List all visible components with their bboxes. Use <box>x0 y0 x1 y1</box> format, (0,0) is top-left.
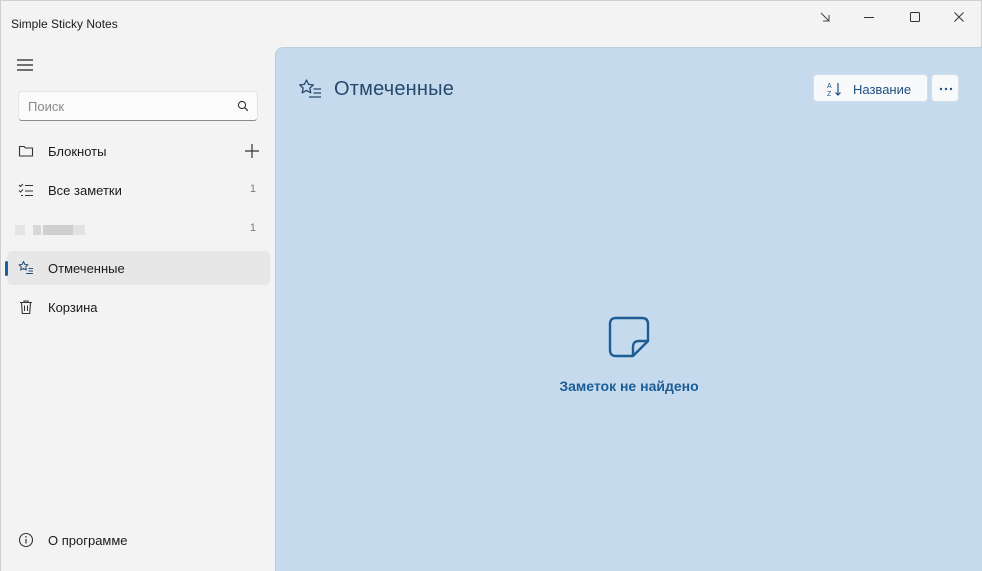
redacted-label <box>15 225 85 235</box>
about-button[interactable]: О программе <box>7 523 270 557</box>
sidebar-item-label: Все заметки <box>48 183 122 198</box>
title-bar: Simple Sticky Notes <box>1 1 981 45</box>
sidebar-item-notebooks[interactable]: Блокноты <box>7 134 270 168</box>
sidebar-item-notebook[interactable]: 1 <box>7 212 270 246</box>
empty-state-message: Заметок не найдено <box>559 378 699 394</box>
search-box[interactable] <box>18 91 258 121</box>
close-icon <box>954 12 964 22</box>
sidebar-item-trash[interactable]: Корзина <box>7 290 270 324</box>
sidebar-item-starred[interactable]: Отмеченные <box>5 251 270 285</box>
about-label: О программе <box>48 533 128 548</box>
trash-icon <box>20 300 32 315</box>
minimize-icon <box>864 17 874 18</box>
page-title: Отмеченные <box>334 78 455 100</box>
sticky-note-icon <box>608 316 650 358</box>
main-panel: Отмеченные A Z Название Заметок не найде… <box>275 47 982 571</box>
app-title: Simple Sticky Notes <box>11 17 118 31</box>
note-count: 1 <box>249 183 256 195</box>
sort-alphabetical-icon: A Z <box>827 83 841 97</box>
add-notebook-icon[interactable] <box>243 142 261 160</box>
menu-button[interactable] <box>11 53 39 77</box>
sidebar: Блокноты Все заметки 1 <box>1 45 274 571</box>
more-icon <box>939 87 953 91</box>
starred-list-icon <box>18 261 33 274</box>
more-options-button[interactable] <box>931 74 959 102</box>
app-window: Simple Sticky Notes Поиск Блокноты Все з… <box>0 0 982 571</box>
search-input[interactable] <box>28 97 228 115</box>
search-icon[interactable] <box>237 100 249 112</box>
note-count: 1 <box>249 222 256 234</box>
maximize-icon <box>910 12 920 22</box>
minimize-button[interactable] <box>847 5 891 29</box>
hamburger-icon <box>17 59 33 71</box>
selection-indicator <box>5 261 8 276</box>
svg-text:Z: Z <box>827 91 832 97</box>
info-icon <box>18 532 34 548</box>
sort-label: Название <box>853 82 912 97</box>
svg-text:A: A <box>827 83 832 90</box>
starred-list-icon <box>299 79 321 98</box>
maximize-button[interactable] <box>893 5 937 29</box>
close-button[interactable] <box>937 5 981 29</box>
folder-icon <box>18 145 34 157</box>
sort-button[interactable]: A Z Название <box>813 74 928 102</box>
checklist-icon <box>18 183 33 196</box>
arrow-down-right-icon <box>820 12 830 22</box>
sidebar-item-label: Отмеченные <box>48 261 125 276</box>
sidebar-item-label: Корзина <box>48 300 98 315</box>
sidebar-item-all-notes[interactable]: Все заметки 1 <box>7 173 270 207</box>
sidebar-item-label: Блокноты <box>48 144 107 159</box>
compact-overlay-button[interactable] <box>803 5 847 29</box>
